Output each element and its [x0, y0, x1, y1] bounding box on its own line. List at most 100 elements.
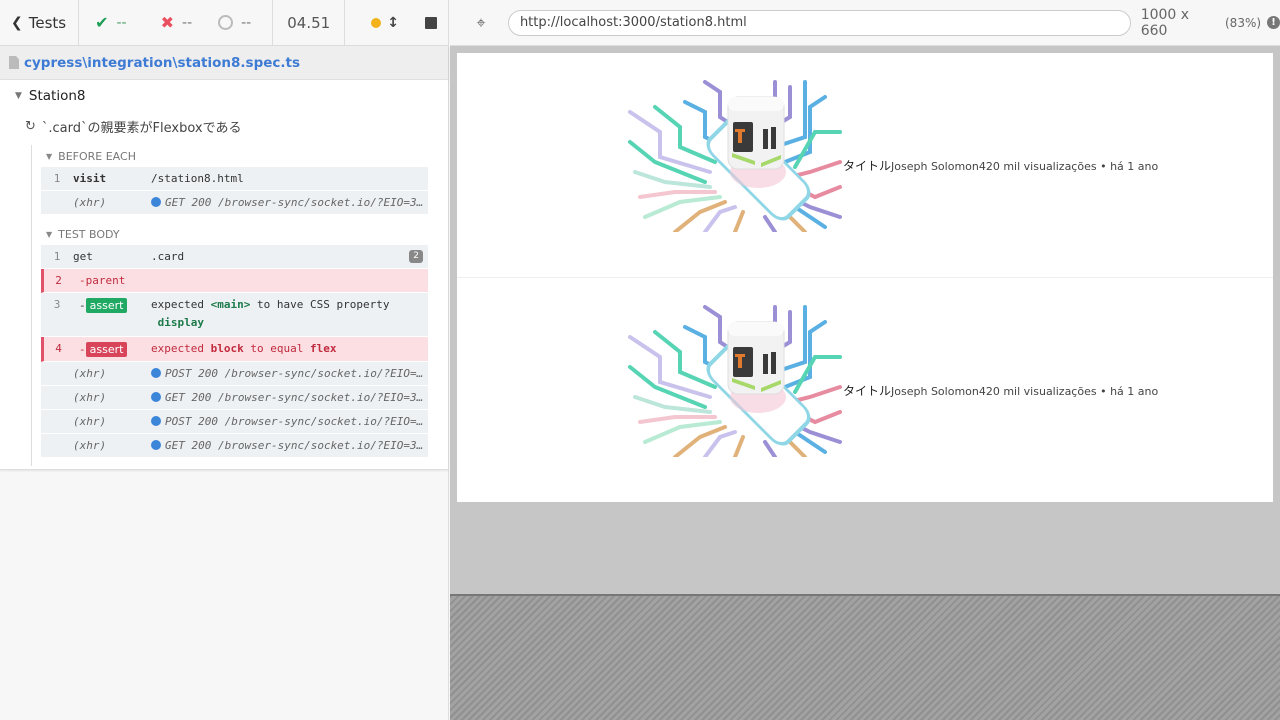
- reporter-panel: ❮ Tests ✔ -- ✖ -- -- 04.51 ↕ cypress\int…: [0, 0, 449, 720]
- command-name: (xhr): [73, 415, 107, 428]
- xhr-status-dot-icon: [151, 440, 161, 450]
- command-name: (xhr): [73, 367, 107, 380]
- xhr-text: POST 200 /browser-sync/socket.io/?EIO=3&…: [165, 367, 428, 380]
- command-name: (xhr): [73, 196, 107, 209]
- msg-part: display: [157, 316, 204, 329]
- cross-icon: ✖: [160, 13, 175, 32]
- command-row[interactable]: 1 visit /station8.html: [41, 167, 428, 191]
- command-message: POST 200 /browser-sync/socket.io/?EIO=3&…: [151, 415, 428, 428]
- hook-test-body[interactable]: ▼ TEST BODY: [41, 223, 428, 245]
- command-number: 4: [55, 342, 62, 355]
- command-number: 3: [53, 298, 61, 311]
- info-icon: !: [1267, 16, 1280, 29]
- url-header: ⌖ http://localhost:3000/station8.html 10…: [450, 0, 1280, 46]
- command-name: (xhr): [73, 391, 107, 404]
- command-log: ▼ BEFORE EACH 1 visit /station8.html (xh…: [31, 145, 448, 466]
- selector-playground-icon[interactable]: ⌖: [466, 13, 496, 33]
- card: タイトルJoseph Solomon420 mil visualizações …: [457, 278, 1273, 502]
- command-message: expected <main> to have CSS property dis…: [151, 296, 428, 332]
- msg-part: to equal: [250, 342, 304, 355]
- dash: -: [79, 343, 86, 356]
- command-name: visit: [73, 172, 107, 185]
- pending-value: --: [241, 14, 252, 31]
- card-meta: Joseph Solomon420 mil visualizações • há…: [891, 160, 1159, 173]
- suite-title-text: Station8: [28, 88, 86, 104]
- command-message: GET 200 /browser-sync/socket.io/?EIO=3&t…: [151, 439, 428, 452]
- caret-down-icon: ▼: [46, 229, 53, 239]
- command-message: POST 200 /browser-sync/socket.io/?EIO=3&…: [151, 367, 428, 380]
- duration: 04.51: [272, 0, 346, 46]
- chevron-left-icon: ❮: [11, 14, 23, 31]
- command-row[interactable]: (xhr) GET 200 /browser-sync/socket.io/?E…: [41, 386, 428, 410]
- command-row[interactable]: (xhr) POST 200 /browser-sync/socket.io/?…: [41, 410, 428, 434]
- thumbnail-image: [628, 80, 842, 232]
- refresh-spinner-icon: ↻: [25, 118, 36, 134]
- suite-title[interactable]: ▼ Station8: [0, 80, 448, 106]
- command-number: 2: [55, 274, 62, 287]
- xhr-text: POST 200 /browser-sync/socket.io/?EIO=3&…: [165, 415, 428, 428]
- thumbnail-image: [628, 305, 842, 457]
- tests-button[interactable]: ❮ Tests: [0, 0, 80, 46]
- dash: -: [79, 299, 86, 312]
- viewport-scale: (83%): [1225, 15, 1262, 30]
- xhr-status-dot-icon: [151, 197, 161, 207]
- stop-button[interactable]: [424, 16, 437, 29]
- command-row-failed[interactable]: 2 -parent: [41, 269, 428, 293]
- stats-bar: ❮ Tests ✔ -- ✖ -- -- 04.51 ↕: [0, 0, 448, 46]
- command-row[interactable]: (xhr) GET 200 /browser-sync/socket.io/?E…: [41, 191, 428, 215]
- xhr-text: GET 200 /browser-sync/socket.io/?EIO=3&t…: [165, 439, 428, 452]
- assert-badge: assert: [85, 298, 128, 313]
- command-message: GET 200 /browser-sync/socket.io/?EIO=3&t…: [151, 391, 428, 404]
- file-icon: [9, 56, 19, 69]
- spec-file-link[interactable]: cypress\integration\station8.spec.ts: [24, 55, 300, 71]
- msg-part: block: [210, 342, 244, 355]
- test-title[interactable]: ↻ `.card`の親要素がFlexboxである: [0, 106, 448, 136]
- auto-scroll-toggle[interactable]: ↕: [371, 15, 399, 31]
- card-text: タイトルJoseph Solomon420 mil visualizações …: [843, 382, 1158, 399]
- url-bar[interactable]: http://localhost:3000/station8.html: [507, 9, 1131, 36]
- app-iframe: タイトル Joseph Solomon420 mil visualizações …: [457, 53, 1273, 502]
- command-message: GET 200 /browser-sync/socket.io/?EIO=3&t…: [151, 196, 428, 209]
- xhr-status-dot-icon: [151, 392, 161, 402]
- viewport-size: 1000 x 660: [1140, 6, 1190, 39]
- hook-label: TEST BODY: [58, 227, 120, 241]
- msg-part: <main>: [210, 298, 251, 311]
- failed-count: ✖ --: [161, 0, 193, 46]
- command-row[interactable]: 3 - assert expected <main> to have CSS pr…: [41, 293, 428, 337]
- spec-file-bar: cypress\integration\station8.spec.ts: [0, 46, 448, 80]
- card-text: タイトルJoseph Solomon420 mil visualizações …: [843, 157, 1158, 174]
- pending-ring-icon: [218, 15, 234, 30]
- viewport-info[interactable]: 1000 x 660 (83%) !: [1141, 7, 1280, 39]
- command-row[interactable]: (xhr) POST 200 /browser-sync/socket.io/?…: [41, 362, 428, 386]
- command-name: -parent: [79, 274, 126, 287]
- msg-part: expected: [151, 298, 204, 311]
- command-name: - assert: [73, 298, 151, 313]
- tests-label: Tests: [28, 13, 67, 32]
- assert-badge: assert: [85, 342, 128, 357]
- msg-part: flex: [309, 342, 337, 355]
- xhr-text: GET 200 /browser-sync/socket.io/?EIO=3&t…: [165, 391, 428, 404]
- command-row[interactable]: 1 get .card 2: [41, 245, 428, 269]
- command-number: 1: [53, 250, 61, 263]
- caret-down-icon: ▼: [46, 151, 53, 161]
- hook-before-each[interactable]: ▼ BEFORE EACH: [41, 145, 428, 167]
- failed-value: --: [182, 14, 193, 31]
- check-icon: ✔: [95, 13, 109, 32]
- pending-count: --: [218, 0, 251, 46]
- command-name: - assert: [73, 342, 151, 357]
- msg-part: to have CSS property: [256, 298, 390, 311]
- command-message: expected block to equal flex: [151, 342, 428, 355]
- msg-part: expected: [151, 342, 204, 355]
- running-status-dot-icon: [371, 17, 382, 28]
- passed-count: ✔ --: [95, 0, 127, 46]
- command-name: get: [73, 250, 93, 263]
- command-message: /station8.html: [151, 172, 244, 185]
- card-title: タイトル: [843, 384, 892, 398]
- command-row-failed[interactable]: 4 - assert expected block to equal flex: [41, 337, 428, 362]
- element-count-badge: 2: [409, 250, 423, 263]
- command-row[interactable]: (xhr) GET 200 /browser-sync/socket.io/?E…: [41, 434, 428, 458]
- card: タイトルJoseph Solomon420 mil visualizações …: [457, 53, 1273, 278]
- test-title-text: `.card`の親要素がFlexboxである: [41, 120, 242, 136]
- hook-label: BEFORE EACH: [58, 149, 136, 163]
- viewport-overflow-area: [450, 594, 1280, 720]
